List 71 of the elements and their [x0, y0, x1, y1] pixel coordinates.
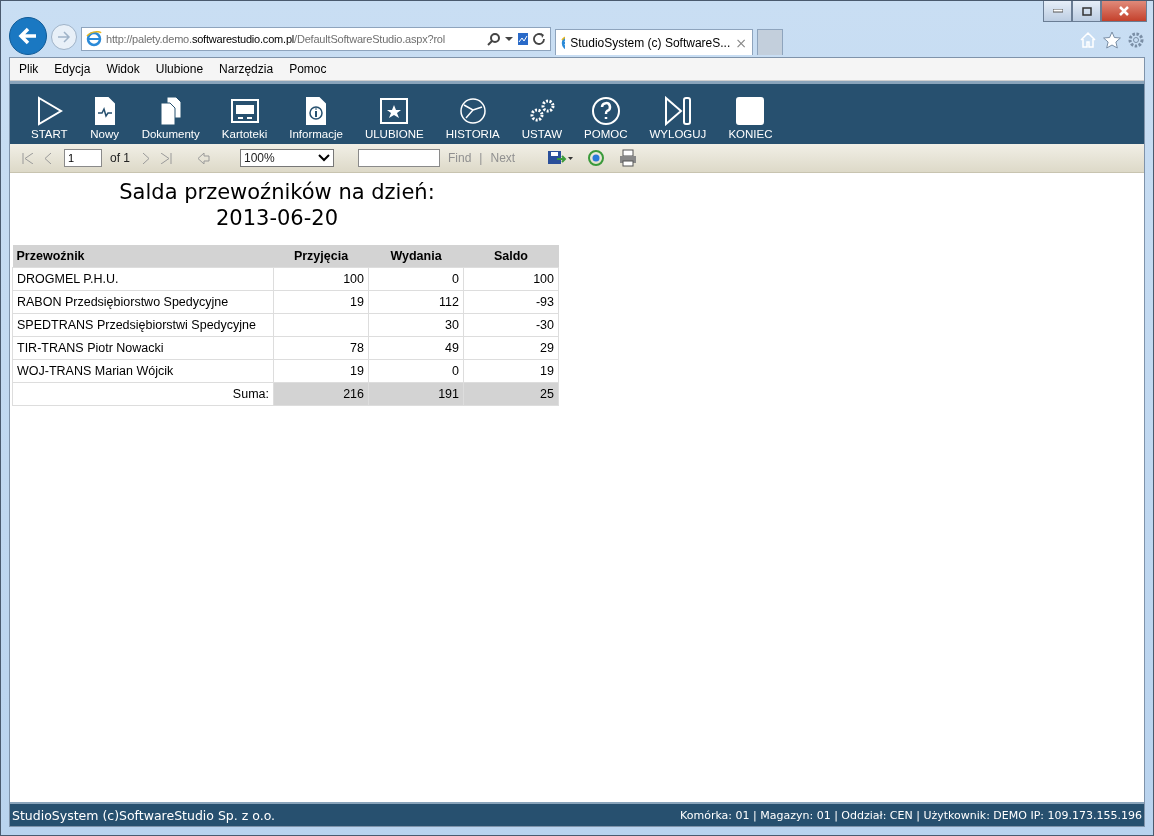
tab-close-button[interactable]: × [735, 34, 747, 51]
forward-button[interactable] [51, 24, 77, 50]
first-page-icon[interactable] [22, 152, 34, 164]
search-icon[interactable] [487, 32, 501, 46]
minimize-button[interactable] [1043, 1, 1072, 22]
forward-arrow-icon [57, 31, 71, 43]
toolbar-button[interactable]: Informacje [278, 96, 354, 140]
refresh-icon[interactable] [533, 32, 546, 46]
page-number-field[interactable]: 1 [64, 149, 102, 167]
toolbar-button[interactable]: ULUBIONE [353, 96, 435, 140]
browser-tab[interactable]: StudioSystem (c) SoftwareS... × [555, 29, 753, 55]
column-header: Saldo [463, 245, 559, 268]
maximize-icon [1081, 6, 1092, 16]
report-date: 2013-06-20 [214, 205, 339, 231]
table-cell: 0 [368, 267, 464, 291]
table-cell: 100 [273, 267, 369, 291]
tab-title: StudioSystem (c) SoftwareS... [570, 35, 731, 50]
menu-item[interactable]: Ulubione [155, 62, 204, 76]
back-button[interactable] [9, 17, 47, 55]
url-text: http://palety.demo.softwarestudio.com.pl/DefaultSoftwareStudio.aspx?rol [106, 33, 447, 45]
report-title: Salda przewoźników na dzień: [118, 179, 436, 205]
star-icon[interactable] [1103, 31, 1121, 49]
table-cell: WOJ-TRANS Marian Wójcik [12, 359, 274, 383]
last-page-icon[interactable] [160, 152, 172, 164]
square-icon [735, 96, 766, 126]
table-cell: RABON Przedsiębiorstwo Spedycyjne [12, 290, 274, 314]
minimize-icon [1052, 9, 1063, 13]
compatibility-icon[interactable] [517, 32, 529, 46]
logout-icon [662, 96, 693, 126]
company-text: StudioSystem (c)SoftwareStudio Sp. z o.o. [12, 807, 276, 823]
table-cell: SPEDTRANS Przedsiębiorstwi Spedycyjne [12, 313, 274, 337]
zoom-select[interactable]: 100% [240, 149, 334, 167]
chevron-down-icon [318, 154, 330, 162]
find-field[interactable] [358, 149, 440, 167]
session-info: Komórka: 01 | Magazyn: 01 | Oddział: CEN | Użytkownik: DEMO IP: 109.173.155.196 [680, 808, 1142, 822]
screen-icon [229, 96, 260, 126]
print-icon[interactable] [619, 149, 638, 167]
back-arrow-icon [18, 27, 38, 45]
export-save-icon[interactable] [547, 150, 574, 166]
table-cell: DROGMEL P.H.U. [12, 267, 274, 291]
toolbar-button[interactable]: START [20, 96, 79, 140]
close-icon [1119, 6, 1129, 16]
menu-item[interactable]: Pomoc [289, 62, 327, 76]
table-cell: 100 [463, 267, 559, 291]
column-header: Przewoźnik [12, 245, 274, 268]
toolbar-button[interactable]: KONIEC [717, 96, 784, 140]
close-button[interactable] [1101, 1, 1147, 22]
address-bar[interactable]: http://palety.demo.softwarestudio.com.pl/DefaultSoftwareStudio.aspx?rol [81, 27, 551, 51]
toolbar-button[interactable]: Kartoteki [210, 96, 279, 140]
menu-item[interactable]: Edycja [54, 62, 91, 76]
menu-item[interactable]: Narzędzia [219, 62, 274, 76]
toolbar-button[interactable]: HISTORIA [434, 96, 511, 140]
page-count: of 1 [110, 151, 130, 165]
column-header: Wydania [368, 245, 464, 268]
menu-item[interactable]: Plik [19, 62, 39, 76]
toolbar-button[interactable]: USTAW [510, 96, 574, 140]
toolbar-button[interactable]: Dokumenty [130, 96, 211, 140]
settings-icon[interactable] [1127, 31, 1145, 49]
table-cell: TIR-TRANS Piotr Nowacki [12, 336, 274, 360]
caret-icon[interactable] [505, 36, 513, 42]
toolbar-button[interactable]: WYLOGUJ [638, 96, 718, 140]
help-icon [590, 96, 621, 126]
toolbar-button[interactable]: POMOC [573, 96, 639, 140]
star-window-icon [379, 96, 410, 126]
maximize-button[interactable] [1072, 1, 1101, 22]
toolbar-button[interactable]: Nowy [78, 96, 131, 140]
separator: | [479, 151, 483, 165]
menu-item[interactable]: Widok [106, 62, 140, 76]
history-icon [457, 96, 488, 126]
column-header: Przyjęcia [273, 245, 369, 268]
total-label: Suma: [12, 382, 274, 406]
